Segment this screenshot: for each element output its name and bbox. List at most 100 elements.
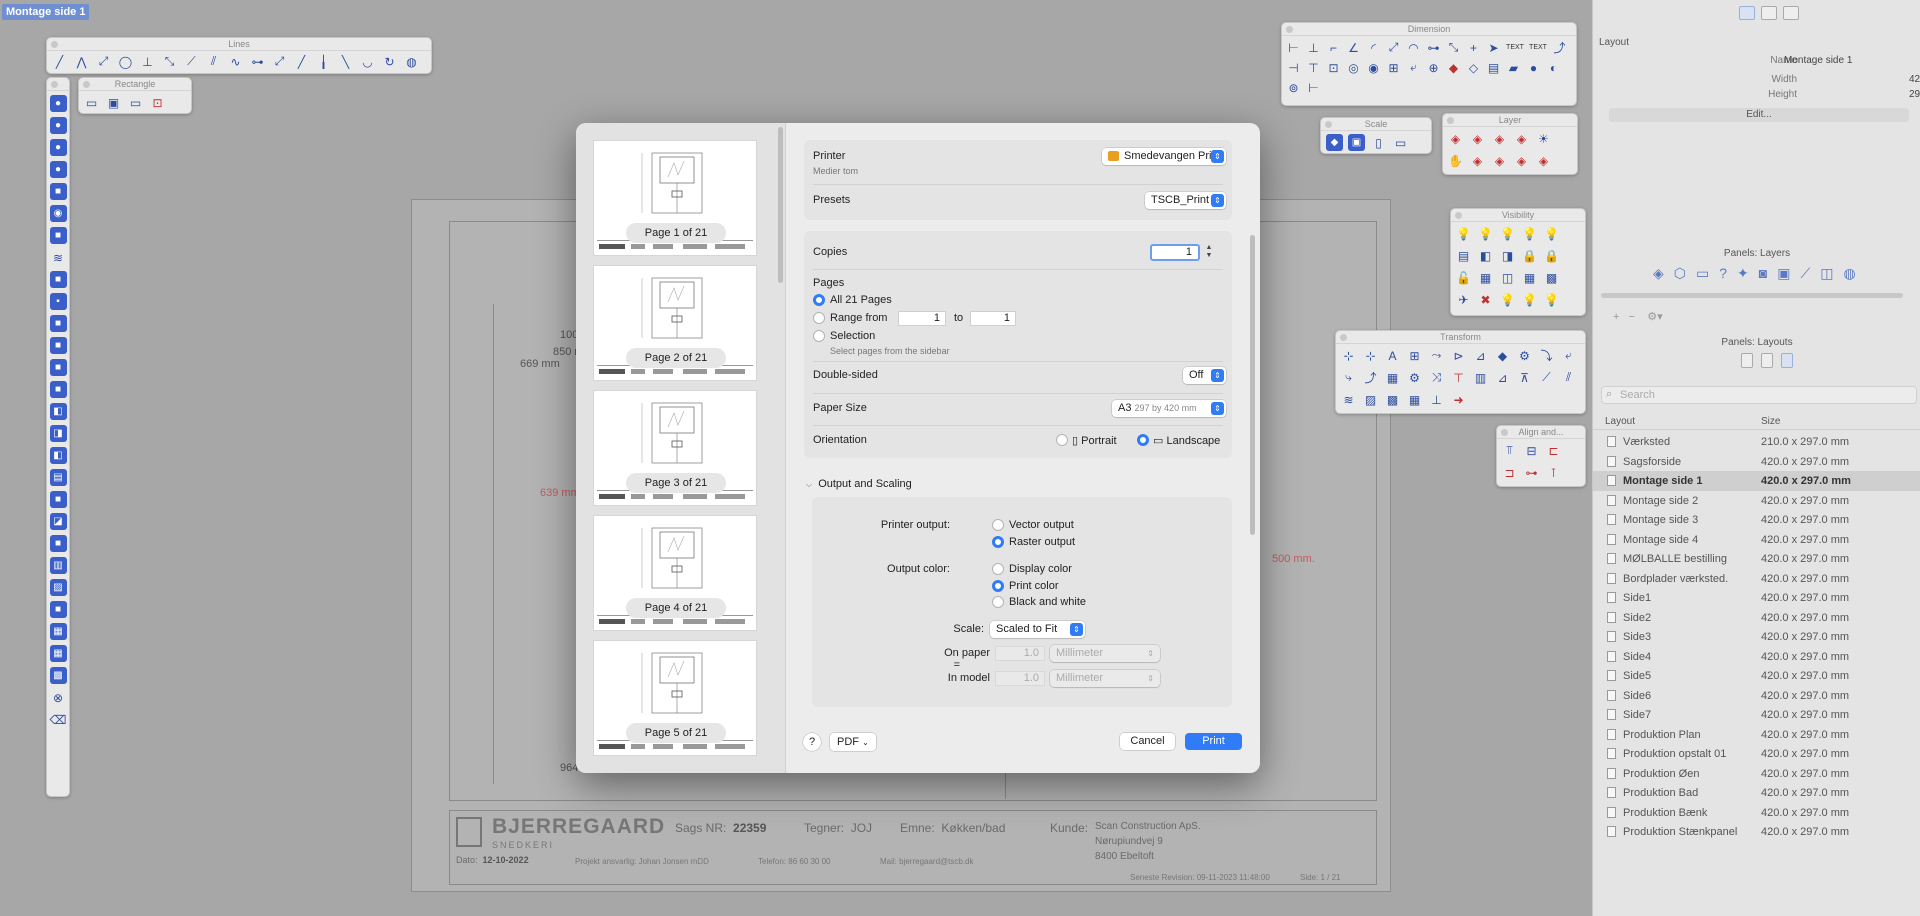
scale-tool-4-icon[interactable]: ▭ — [1392, 134, 1409, 151]
box-icon[interactable]: ◫ — [1820, 265, 1833, 282]
cube-icon[interactable]: ⬡ — [1674, 265, 1686, 282]
align-right-icon[interactable]: ⊐ — [1501, 464, 1518, 481]
tr-24-icon[interactable]: ▨ — [1362, 391, 1379, 408]
range-start-input[interactable]: 1 — [898, 311, 946, 326]
dim-2-6-icon[interactable]: ⊞ — [1385, 59, 1402, 76]
dim-arc-icon[interactable]: ◠ — [1405, 39, 1422, 56]
tool-27-icon[interactable]: ▩ — [49, 667, 67, 684]
tool-28-icon[interactable]: ⊗ — [50, 689, 67, 706]
palette-close-icon[interactable] — [1286, 26, 1293, 33]
align-middle-icon[interactable]: ⊟ — [1523, 442, 1540, 459]
dim-2-5-icon[interactable]: ◉ — [1365, 59, 1382, 76]
tool-2-icon[interactable]: ● — [49, 117, 67, 134]
layout-row[interactable]: Produktion Øen 420.0 x 297.0 mm — [1593, 764, 1920, 784]
tr-15-icon[interactable]: ⚙ — [1406, 369, 1423, 386]
layout-row[interactable]: Side7 420.0 x 297.0 mm — [1593, 705, 1920, 725]
tr-10-icon[interactable]: ⤵ — [1538, 347, 1555, 364]
copies-stepper[interactable]: ▲ ▼ — [1204, 244, 1214, 261]
perpendicular-tool-icon[interactable]: ⊥ — [139, 53, 156, 70]
tr-16-icon[interactable]: ⤨ — [1428, 369, 1445, 386]
dim-3-1-icon[interactable]: ⊢ — [1305, 79, 1322, 96]
dim-arrow-icon[interactable]: ➤ — [1485, 39, 1502, 56]
palette-close-icon[interactable] — [51, 41, 58, 48]
layout-row[interactable]: Side1 420.0 x 297.0 mm — [1593, 588, 1920, 608]
trash-tool-icon[interactable]: ⌫ — [50, 711, 67, 728]
dim-plus-icon[interactable]: + — [1465, 39, 1482, 56]
dim-2-9-icon[interactable]: ◆ — [1445, 59, 1462, 76]
align-bottom-icon[interactable]: ⫫ — [1523, 486, 1540, 487]
rectangle-palette[interactable]: Rectangle ▭ ▣ ▭ ⊡ ▢ — [78, 77, 192, 114]
curve-tool-icon[interactable]: ◡ — [359, 53, 376, 70]
dim-2-1-icon[interactable]: ⊣ — [1285, 59, 1302, 76]
layers-scrollbar[interactable] — [1601, 293, 1903, 298]
tool-26-icon[interactable]: ▦ — [49, 645, 67, 662]
align-palette[interactable]: Align and... ⫪ ⊟ ⊏ ⊐ ⊶ ⊺ ✚ ⫫ — [1496, 425, 1586, 487]
rect-center-tool-icon[interactable]: ⊡ — [149, 94, 166, 111]
layer-tool-6-icon[interactable]: ✋ — [1447, 152, 1464, 169]
layout-row[interactable]: Produktion Plan 420.0 x 297.0 mm — [1593, 725, 1920, 745]
palette-close-icon[interactable] — [1340, 334, 1347, 341]
layer-tool-11-icon[interactable]: ◈ — [1447, 174, 1464, 175]
bulb-icon[interactable]: 💡 — [1455, 225, 1472, 242]
tr-5-icon[interactable]: ⤳ — [1428, 347, 1445, 364]
tr-6-icon[interactable]: ⊳ — [1450, 347, 1467, 364]
layer-tool-3-icon[interactable]: ◈ — [1491, 130, 1508, 147]
layer-tool-9-icon[interactable]: ◈ — [1513, 152, 1530, 169]
tool-8-icon[interactable]: ≋ — [50, 249, 67, 266]
line-tool-icon[interactable]: ╱ — [51, 53, 68, 70]
double-sided-select[interactable]: Off ⇕ — [1183, 367, 1226, 384]
layout-doc-2-icon[interactable] — [1761, 353, 1773, 368]
tr-23-icon[interactable]: ≋ — [1340, 391, 1357, 408]
vis-e-icon[interactable]: 💡 — [1499, 291, 1516, 308]
palette-close-icon[interactable] — [1501, 429, 1508, 436]
dim-2-12-icon[interactable]: ▰ — [1505, 59, 1522, 76]
vis-grid-icon[interactable]: ▦ — [1477, 269, 1494, 286]
layer-tool-1-icon[interactable]: ◈ — [1447, 130, 1464, 147]
tr-1-icon[interactable]: ⊹ — [1340, 347, 1357, 364]
palette-close-icon[interactable] — [1447, 117, 1454, 124]
settings-scrollbar[interactable] — [1250, 235, 1255, 535]
vector-output-radio[interactable] — [992, 519, 1004, 531]
tr-22-icon[interactable]: ⫽ — [1560, 369, 1577, 386]
polyline-tool-icon[interactable]: ⋀ — [73, 53, 90, 70]
align-center-icon[interactable]: ✚ — [1501, 486, 1518, 487]
range-radio[interactable] — [813, 312, 825, 324]
dim-2-7-icon[interactable]: ⤶ — [1405, 59, 1422, 76]
vis-doc-3-icon[interactable]: ◨ — [1499, 247, 1516, 264]
range-end-input[interactable]: 1 — [970, 311, 1016, 326]
layout-row[interactable]: Montage side 4 420.0 x 297.0 mm — [1593, 530, 1920, 550]
tr-28-icon[interactable]: ➜ — [1450, 391, 1467, 408]
tr-8-icon[interactable]: ◆ — [1494, 347, 1511, 364]
tool-21-icon[interactable]: ■ — [49, 535, 67, 552]
name-value[interactable]: Montage side 1 — [1784, 55, 1852, 66]
dim-2-14-icon[interactable]: ◐ — [1545, 59, 1562, 76]
rect-3pt-tool-icon[interactable]: ▭ — [127, 94, 144, 111]
col-size[interactable]: Size — [1761, 416, 1780, 427]
tools-sidebar[interactable]: ● ● ● ● ■ ◉ ■ ≋ ■ ▪ ■ ■ ■ ■ ◧ ◨ ◧ ▤ ■ ◪ … — [46, 77, 70, 797]
tr-25-icon[interactable]: ▩ — [1384, 391, 1401, 408]
tr-21-icon[interactable]: ⟋ — [1538, 369, 1555, 386]
dim-2-4-icon[interactable]: ◎ — [1345, 59, 1362, 76]
tool-16-icon[interactable]: ◨ — [49, 425, 67, 442]
layout-row[interactable]: Side3 420.0 x 297.0 mm — [1593, 627, 1920, 647]
vis-g-icon[interactable]: 💡 — [1543, 291, 1560, 308]
layer-tool-2-icon[interactable]: ◈ — [1469, 130, 1486, 147]
tool-7-icon[interactable]: ■ — [49, 227, 67, 244]
col-layout[interactable]: Layout — [1605, 416, 1635, 427]
lock-2-icon[interactable]: 🔒 — [1543, 247, 1560, 264]
tr-20-icon[interactable]: ⊼ — [1516, 369, 1533, 386]
tr-11-icon[interactable]: ⤶ — [1560, 347, 1577, 364]
on-paper-input[interactable]: 1.0 — [995, 646, 1045, 661]
vis-f-icon[interactable]: 💡 — [1521, 291, 1538, 308]
tr-4-icon[interactable]: ⊞ — [1406, 347, 1423, 364]
dim-horizontal-icon[interactable]: ⊢ — [1285, 39, 1302, 56]
palette-close-icon[interactable] — [1325, 121, 1332, 128]
tool-11-icon[interactable]: ■ — [49, 315, 67, 332]
scale-palette[interactable]: Scale ◆ ▣ ▯ ▭ ◩ — [1320, 117, 1432, 154]
layout-row[interactable]: MØLBALLE bestilling 420.0 x 297.0 mm — [1593, 549, 1920, 569]
bulb-on-icon[interactable]: 💡 — [1477, 225, 1494, 242]
lock-icon[interactable]: 🔒 — [1521, 247, 1538, 264]
dim-aligned-icon[interactable]: ⌐ — [1325, 39, 1342, 56]
thumbnails-scrollbar[interactable] — [778, 127, 783, 283]
tool-15-icon[interactable]: ◧ — [49, 403, 67, 420]
